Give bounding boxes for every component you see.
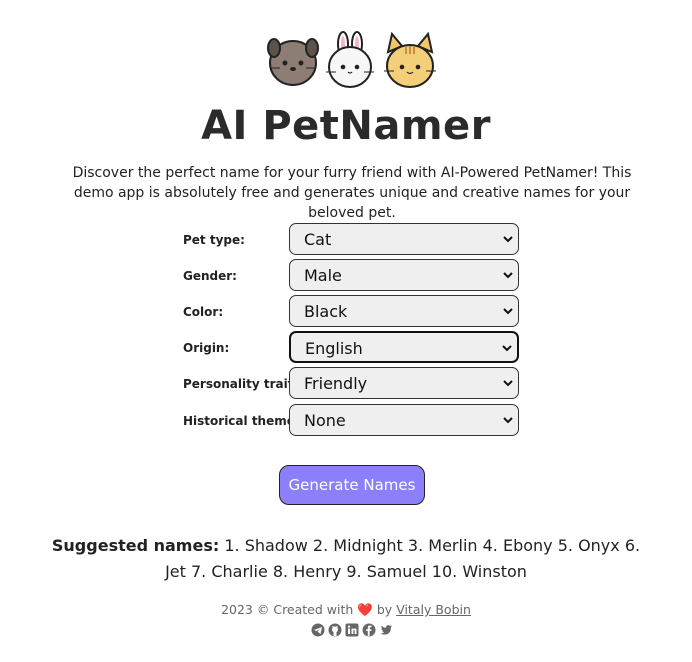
origin-select[interactable]: English	[289, 331, 519, 363]
heart-icon: ❤️	[357, 602, 373, 617]
kitten-icon	[384, 31, 436, 88]
field-personality: Personality traits: Friendly	[183, 367, 523, 401]
chevron-down-icon	[503, 417, 513, 424]
field-color: Color: Black	[183, 295, 523, 329]
historical-themes-select[interactable]: None	[289, 404, 519, 436]
bunny-icon	[326, 31, 374, 88]
suggested-names-label: Suggested names:	[51, 536, 220, 555]
chevron-down-icon	[503, 236, 513, 243]
historical-themes-value: None	[304, 411, 346, 430]
facebook-icon[interactable]	[362, 623, 376, 637]
gender-label: Gender:	[183, 269, 237, 283]
origin-value: English	[305, 339, 363, 358]
generate-names-button[interactable]: Generate Names	[279, 465, 425, 505]
author-link[interactable]: Vitaly Bobin	[396, 602, 471, 617]
gender-select[interactable]: Male	[289, 259, 519, 291]
color-value: Black	[304, 302, 348, 321]
origin-label: Origin:	[183, 341, 230, 355]
footer-prefix: 2023 © Created with	[221, 602, 354, 617]
footer: 2023 © Created with ❤️ by Vitaly Bobin	[0, 602, 692, 618]
personality-label: Personality traits:	[183, 377, 306, 391]
personality-select[interactable]: Friendly	[289, 367, 519, 399]
chevron-down-icon	[503, 308, 513, 315]
suggested-names: Suggested names: 1. Shadow 2. Midnight 3…	[40, 533, 652, 585]
field-origin: Origin: English	[183, 331, 523, 365]
chevron-down-icon	[503, 272, 513, 279]
page-title: AI PetNamer	[201, 103, 491, 149]
field-pet-type: Pet type: Cat	[183, 223, 523, 257]
telegram-icon[interactable]	[311, 623, 325, 637]
field-gender: Gender: Male	[183, 259, 523, 293]
chevron-down-icon	[502, 345, 512, 352]
footer-by: by	[376, 602, 393, 617]
puppy-icon	[267, 38, 319, 86]
pet-type-value: Cat	[304, 230, 332, 249]
gender-value: Male	[304, 266, 342, 285]
field-historical-themes: Historical themes: None	[183, 404, 523, 438]
page: AI PetNamer Discover the perfect name fo…	[0, 0, 692, 662]
pet-type-select[interactable]: Cat	[289, 223, 519, 255]
twitter-icon[interactable]	[379, 623, 393, 637]
personality-value: Friendly	[304, 374, 368, 393]
chevron-down-icon	[503, 380, 513, 387]
pets-logo	[267, 31, 436, 88]
color-select[interactable]: Black	[289, 295, 519, 327]
suggested-names-list: 1. Shadow 2. Midnight 3. Merlin 4. Ebony…	[165, 536, 641, 581]
github-icon[interactable]	[328, 623, 342, 637]
linkedin-icon[interactable]	[345, 623, 359, 637]
app-description: Discover the perfect name for your furry…	[72, 165, 632, 221]
color-label: Color:	[183, 305, 224, 319]
social-links	[310, 623, 394, 639]
pet-type-label: Pet type:	[183, 233, 245, 247]
